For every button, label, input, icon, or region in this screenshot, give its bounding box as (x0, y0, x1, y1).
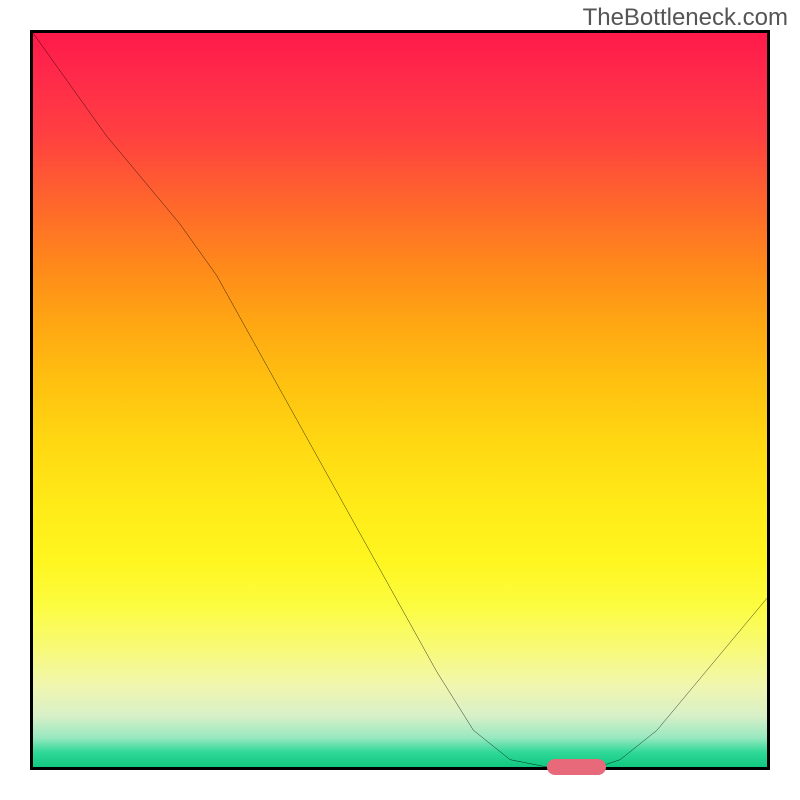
optimal-marker (547, 759, 606, 775)
watermark-text: TheBottleneck.com (583, 4, 788, 32)
heatmap-gradient-background (33, 33, 767, 767)
plot-area (30, 30, 770, 770)
